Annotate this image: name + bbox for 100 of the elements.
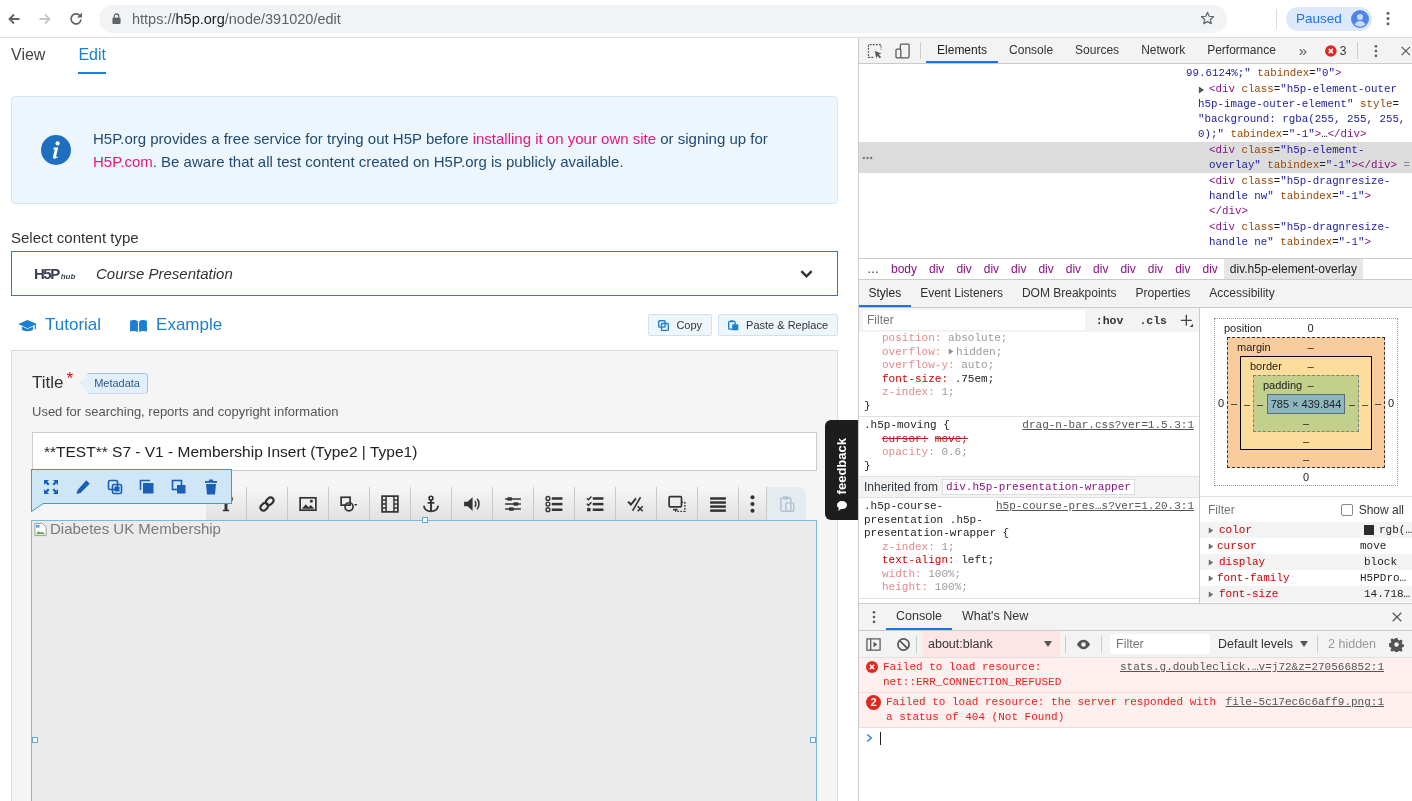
devtools-tab[interactable]: Network: [1130, 38, 1197, 63]
breadcrumb[interactable]: div: [1196, 259, 1224, 279]
notice-link[interactable]: installing it on your own site: [472, 130, 657, 147]
content-type-select[interactable]: H5Phub Course Presentation: [11, 251, 838, 296]
more-tabs-button[interactable]: »: [1294, 42, 1312, 59]
drawer-tab[interactable]: What's New: [951, 604, 1039, 630]
feedback-tab[interactable]: feedback: [825, 420, 858, 520]
notice-link[interactable]: H5P.com: [93, 153, 153, 170]
sidebar-tab[interactable]: Accessibility: [1199, 280, 1285, 307]
devtools-tab[interactable]: Sources: [1064, 38, 1131, 63]
ellipsis-icon[interactable]: [861, 156, 873, 160]
expand-triangle-icon[interactable]: [948, 347, 955, 355]
console-filter-field[interactable]: Filter: [1110, 634, 1210, 654]
breadcrumb[interactable]: div.h5p-element-overlay: [1223, 259, 1363, 279]
dom-tree-row[interactable]: <div class="h5p-element-outer h5p-image-outer-element" style= "background: rgba(255, 255, 255, 0);" tabindex="-1">…</div>: [859, 81, 1412, 142]
settings-icon[interactable]: [1389, 636, 1404, 652]
toolbar-button[interactable]: [698, 487, 739, 520]
breadcrumb[interactable]: div: [923, 259, 951, 279]
sidebar-tab[interactable]: DOM Breakpoints: [1012, 280, 1127, 307]
breadcrumb[interactable]: div: [1059, 259, 1088, 279]
log-levels-dropdown[interactable]: Default levels: [1210, 637, 1313, 651]
profile-button[interactable]: Paused: [1286, 6, 1372, 31]
kebab-menu-icon[interactable]: [1385, 11, 1390, 26]
page-tab[interactable]: Edit: [78, 44, 106, 74]
breadcrumb[interactable]: div: [950, 259, 978, 279]
inherited-selector[interactable]: div.h5p-presentation-wrapper: [942, 479, 1135, 495]
show-all-checkbox[interactable]: [1340, 503, 1353, 516]
computed-property-row[interactable]: color rgb(…: [1200, 522, 1412, 538]
toolbar-button[interactable]: [329, 487, 370, 520]
page-tab[interactable]: View: [11, 44, 46, 74]
close-icon[interactable]: [1400, 44, 1412, 57]
computed-property-row[interactable]: font-family H5PDro…: [1200, 570, 1412, 586]
resize-handle[interactable]: [810, 737, 816, 743]
star-icon[interactable]: [1200, 11, 1215, 26]
paste-replace-button[interactable]: Paste & Replace: [718, 314, 838, 336]
toolbar-button[interactable]: [616, 487, 657, 520]
toolbar-button[interactable]: [575, 487, 616, 520]
duplicate-icon[interactable]: [107, 478, 123, 495]
source-link[interactable]: file-5c17ec6c6aff9.png:1: [1225, 695, 1384, 710]
copy-button[interactable]: Copy: [648, 314, 713, 336]
computed-property-row[interactable]: cursor move: [1200, 538, 1412, 554]
address-bar[interactable]: https://h5p.org/node/391020/edit: [99, 4, 1227, 33]
device-toolbar-icon[interactable]: [894, 42, 911, 59]
expand-triangle-icon[interactable]: [1208, 574, 1214, 582]
expand-triangle-icon[interactable]: [1208, 526, 1214, 534]
dom-tree-row[interactable]: <div class="h5p-dragnresize- handle ne" tabindex="-1">: [859, 219, 1412, 250]
reload-icon[interactable]: [68, 10, 84, 27]
computed-filter-field[interactable]: Filter: [1208, 502, 1335, 517]
title-input[interactable]: **TEST** S7 - V1 - Membership Insert (Type2 | Type1): [32, 432, 817, 471]
toolbar-button[interactable]: [534, 487, 575, 520]
devtools-tab[interactable]: Elements: [926, 38, 999, 63]
resize-handle[interactable]: [422, 517, 428, 523]
context-select[interactable]: about:blank: [922, 631, 1060, 657]
breadcrumb[interactable]: div: [977, 259, 1006, 279]
clear-console-icon[interactable]: [896, 636, 911, 652]
dom-tree-row[interactable]: <div class="h5p-element- overlay" tabindex="-1"></div> =: [859, 142, 1412, 173]
toolbar-button[interactable]: [452, 487, 493, 520]
tutorial-link[interactable]: Tutorial: [18, 315, 102, 335]
send-backward-icon[interactable]: [171, 478, 187, 495]
resize-handle[interactable]: [32, 737, 38, 743]
bring-forward-icon[interactable]: [139, 478, 155, 495]
breadcrumb[interactable]: div: [1169, 259, 1197, 279]
toolbar-button[interactable]: [247, 487, 288, 520]
expand-triangle-icon[interactable]: [1208, 558, 1214, 566]
devtools-tab[interactable]: Performance: [1196, 38, 1287, 63]
toolbar-button[interactable]: [411, 487, 452, 520]
toolbar-button[interactable]: [657, 487, 698, 520]
breadcrumb[interactable]: body: [885, 259, 924, 279]
inspect-element-icon[interactable]: [867, 42, 883, 59]
computed-property-row[interactable]: font-size 14.718…: [1200, 586, 1412, 602]
pencil-icon[interactable]: [75, 478, 91, 495]
example-link[interactable]: Example: [129, 315, 223, 335]
close-icon[interactable]: [1391, 611, 1403, 623]
dom-tree-row[interactable]: <div class="h5p-dragnresize- handle nw" tabindex="-1"> </div>: [859, 173, 1412, 219]
breadcrumb[interactable]: …: [861, 259, 885, 279]
styles-filter-field[interactable]: Filter: [863, 310, 1085, 330]
expand-triangle-icon[interactable]: [1208, 590, 1214, 598]
expand-arrows-icon[interactable]: [43, 478, 59, 495]
breadcrumb[interactable]: div: [1114, 259, 1142, 279]
style-toggle-button[interactable]: :hov: [1090, 313, 1129, 327]
breadcrumb[interactable]: div: [1141, 259, 1170, 279]
breadcrumb[interactable]: div: [1005, 259, 1033, 279]
toolbar-button[interactable]: [739, 487, 767, 520]
toolbar-button[interactable]: [493, 487, 534, 520]
breadcrumb[interactable]: div: [1032, 259, 1060, 279]
kebab-menu-icon[interactable]: [1374, 43, 1379, 58]
source-link[interactable]: stats.g.doubleclick.…v=j72&z=270566852:1: [1119, 660, 1384, 675]
computed-property-row[interactable]: display block: [1200, 554, 1412, 570]
add-rule-icon[interactable]: [1180, 313, 1193, 327]
color-swatch-icon[interactable]: [1364, 525, 1374, 535]
breadcrumb[interactable]: div: [1087, 259, 1115, 279]
error-count[interactable]: 3: [1339, 43, 1347, 58]
source-link[interactable]: h5p-course-pres…s?ver=1.20.3:1: [995, 500, 1194, 514]
expand-triangle-icon[interactable]: [1198, 85, 1205, 94]
expand-triangle-icon[interactable]: [1208, 542, 1214, 550]
metadata-button[interactable]: Metadata: [81, 372, 148, 394]
error-icon[interactable]: [1325, 44, 1337, 57]
toolbar-button[interactable]: [288, 487, 329, 520]
sidebar-tab[interactable]: Event Listeners: [910, 280, 1013, 307]
kebab-menu-icon[interactable]: [872, 610, 876, 624]
